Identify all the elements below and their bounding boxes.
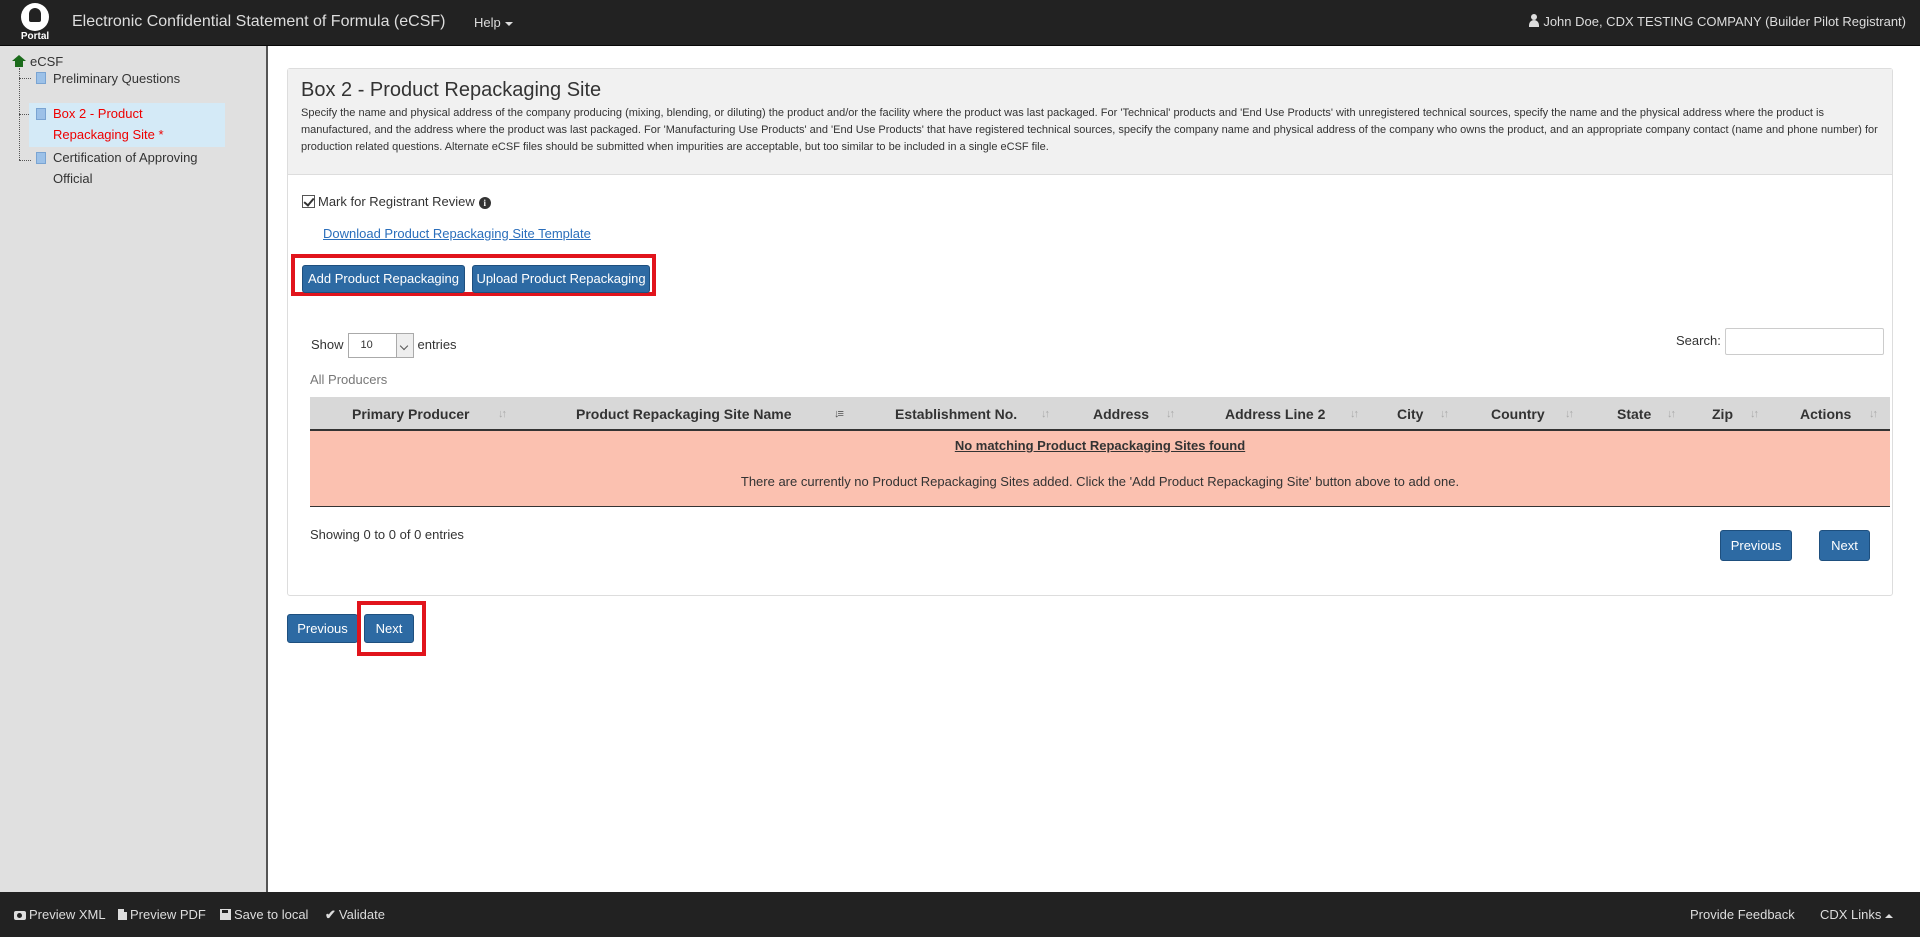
preview-pdf-button[interactable]: Preview PDF: [118, 907, 206, 922]
page-length-control: Show 10 entries: [311, 333, 457, 358]
help-menu[interactable]: Help: [474, 15, 513, 30]
box-description: Specify the name and physical address of…: [301, 107, 1878, 153]
mark-review-checkbox[interactable]: [302, 195, 315, 208]
table-next-button[interactable]: Next: [1819, 530, 1870, 561]
col-address-line-2[interactable]: Address Line 2: [1225, 406, 1325, 422]
cdx-links-menu[interactable]: CDX Links: [1820, 907, 1894, 922]
col-country[interactable]: Country: [1491, 406, 1545, 422]
show-label: Show: [311, 336, 344, 352]
page-next-button[interactable]: Next: [364, 614, 414, 643]
sidebar-item-label: Repackaging Site *: [53, 127, 164, 142]
sidebar-item-box2-product-repackaging-site[interactable]: Box 2 - Product Repackaging Site *: [29, 103, 225, 147]
col-site-name[interactable]: Product Repackaging Site Name: [576, 406, 792, 422]
col-city[interactable]: City: [1397, 406, 1423, 422]
sort-icon[interactable]: ↓↑: [1440, 408, 1449, 420]
sort-icon[interactable]: ↓↑: [1166, 408, 1175, 420]
validate-label: Validate: [338, 907, 385, 922]
col-actions[interactable]: Actions: [1800, 406, 1851, 422]
preview-xml-label: Preview XML: [29, 907, 106, 922]
table-caption: All Producers: [310, 372, 388, 387]
help-label: Help: [474, 15, 501, 30]
epa-logo-icon: [21, 3, 49, 31]
sidebar-item-label: Certification of Approving: [53, 150, 198, 165]
empty-table-row: No matching Product Repackaging Sites fo…: [310, 431, 1890, 507]
download-template-link[interactable]: Download Product Repackaging Site Templa…: [323, 226, 591, 241]
save-to-local-button[interactable]: Save to local: [220, 907, 308, 922]
page-title: Box 2 - Product Repackaging Site: [301, 79, 602, 101]
add-product-repackaging-site-button[interactable]: Add Product Repackaging Site: [302, 265, 465, 312]
upload-product-repackaging-site-button[interactable]: Upload Product Repackaging Site: [472, 265, 650, 312]
preview-xml-button[interactable]: Preview XML: [14, 907, 106, 922]
tree-root-label: eCSF: [30, 54, 64, 69]
sort-icon[interactable]: ↓↑: [498, 408, 507, 420]
col-primary-producer[interactable]: Primary Producer: [352, 406, 470, 422]
floppy-disk-icon: [220, 909, 231, 920]
sidebar-item-label: Box 2 - Product: [53, 106, 143, 121]
search-label: Search:: [1676, 333, 1721, 348]
user-label: John Doe, CDX TESTING COMPANY (Builder P…: [1543, 14, 1906, 29]
page-previous-button[interactable]: Previous: [287, 614, 358, 643]
sidebar: eCSF Preliminary Questions Box 2 - Produ…: [0, 46, 268, 892]
table-info: Showing 0 to 0 of 0 entries: [310, 527, 464, 542]
logo-text: Portal: [20, 31, 50, 42]
page-size-value: 10: [360, 339, 373, 351]
caret-down-icon: [504, 21, 513, 26]
col-zip[interactable]: Zip: [1712, 406, 1733, 422]
validate-button[interactable]: ✔ Validate: [325, 907, 385, 923]
page-size-select[interactable]: 10: [347, 333, 414, 358]
user-menu[interactable]: John Doe, CDX TESTING COMPANY (Builder P…: [1528, 14, 1906, 29]
sidebar-item-certification-of-approving-official[interactable]: Certification of Approving Official: [29, 147, 225, 189]
top-navbar: Portal Electronic Confidential Statement…: [0, 0, 1920, 46]
save-local-label: Save to local: [234, 907, 309, 922]
tree-root-ecsf[interactable]: eCSF: [12, 54, 63, 69]
sort-icon[interactable]: ↓↑: [1041, 408, 1050, 420]
sort-icon[interactable]: ↓↑: [1565, 408, 1574, 420]
entries-label: entries: [417, 336, 457, 352]
sort-icon[interactable]: ↓↑: [1350, 408, 1359, 420]
col-establishment-no[interactable]: Establishment No.: [895, 406, 1017, 422]
sidebar-item-label: Preliminary Questions: [53, 71, 181, 86]
provide-feedback-link[interactable]: Provide Feedback: [1690, 907, 1795, 922]
sort-asc-icon[interactable]: ↓≡: [834, 408, 844, 420]
col-address[interactable]: Address: [1093, 406, 1149, 422]
info-icon[interactable]: i: [478, 197, 491, 209]
file-icon: [118, 909, 127, 920]
footer-bar: Preview XML Preview PDF Save to local ✔ V…: [0, 892, 1920, 937]
panel-heading: Box 2 - Product Repackaging Site Specify…: [288, 69, 1892, 175]
sort-icon[interactable]: ↓↑: [1869, 408, 1878, 420]
mark-review-label: Mark for Registrant Review: [318, 194, 475, 209]
box2-panel: Box 2 - Product Repackaging Site Specify…: [287, 68, 1893, 596]
sort-icon[interactable]: ↓↑: [1750, 408, 1759, 420]
camera-icon: [14, 911, 26, 920]
preview-pdf-label: Preview PDF: [130, 907, 206, 922]
sidebar-item-label: Official: [53, 171, 93, 186]
document-icon: [36, 108, 46, 120]
empty-title: No matching Product Repackaging Sites fo…: [954, 438, 1246, 453]
user-icon: [1528, 14, 1540, 27]
search-input[interactable]: [1725, 328, 1884, 355]
home-icon: [12, 55, 26, 67]
chevron-down-icon: [395, 334, 413, 357]
table-previous-button[interactable]: Previous: [1720, 530, 1792, 561]
sort-icon[interactable]: ↓↑: [1667, 408, 1676, 420]
check-icon: ✔: [325, 907, 336, 922]
cdx-links-label: CDX Links: [1820, 907, 1882, 922]
mark-for-review[interactable]: Mark for Registrant Review i: [302, 194, 491, 209]
app-title: Electronic Confidential Statement of For…: [72, 13, 446, 30]
empty-message: There are currently no Product Repackagi…: [740, 474, 1460, 489]
sidebar-item-preliminary-questions[interactable]: Preliminary Questions: [29, 68, 225, 89]
caret-up-icon: [1885, 913, 1894, 918]
portal-logo[interactable]: Portal: [14, 3, 56, 43]
col-state[interactable]: State: [1617, 406, 1651, 422]
table-header: Primary Producer ↓↑ Product Repackaging …: [310, 397, 1890, 431]
